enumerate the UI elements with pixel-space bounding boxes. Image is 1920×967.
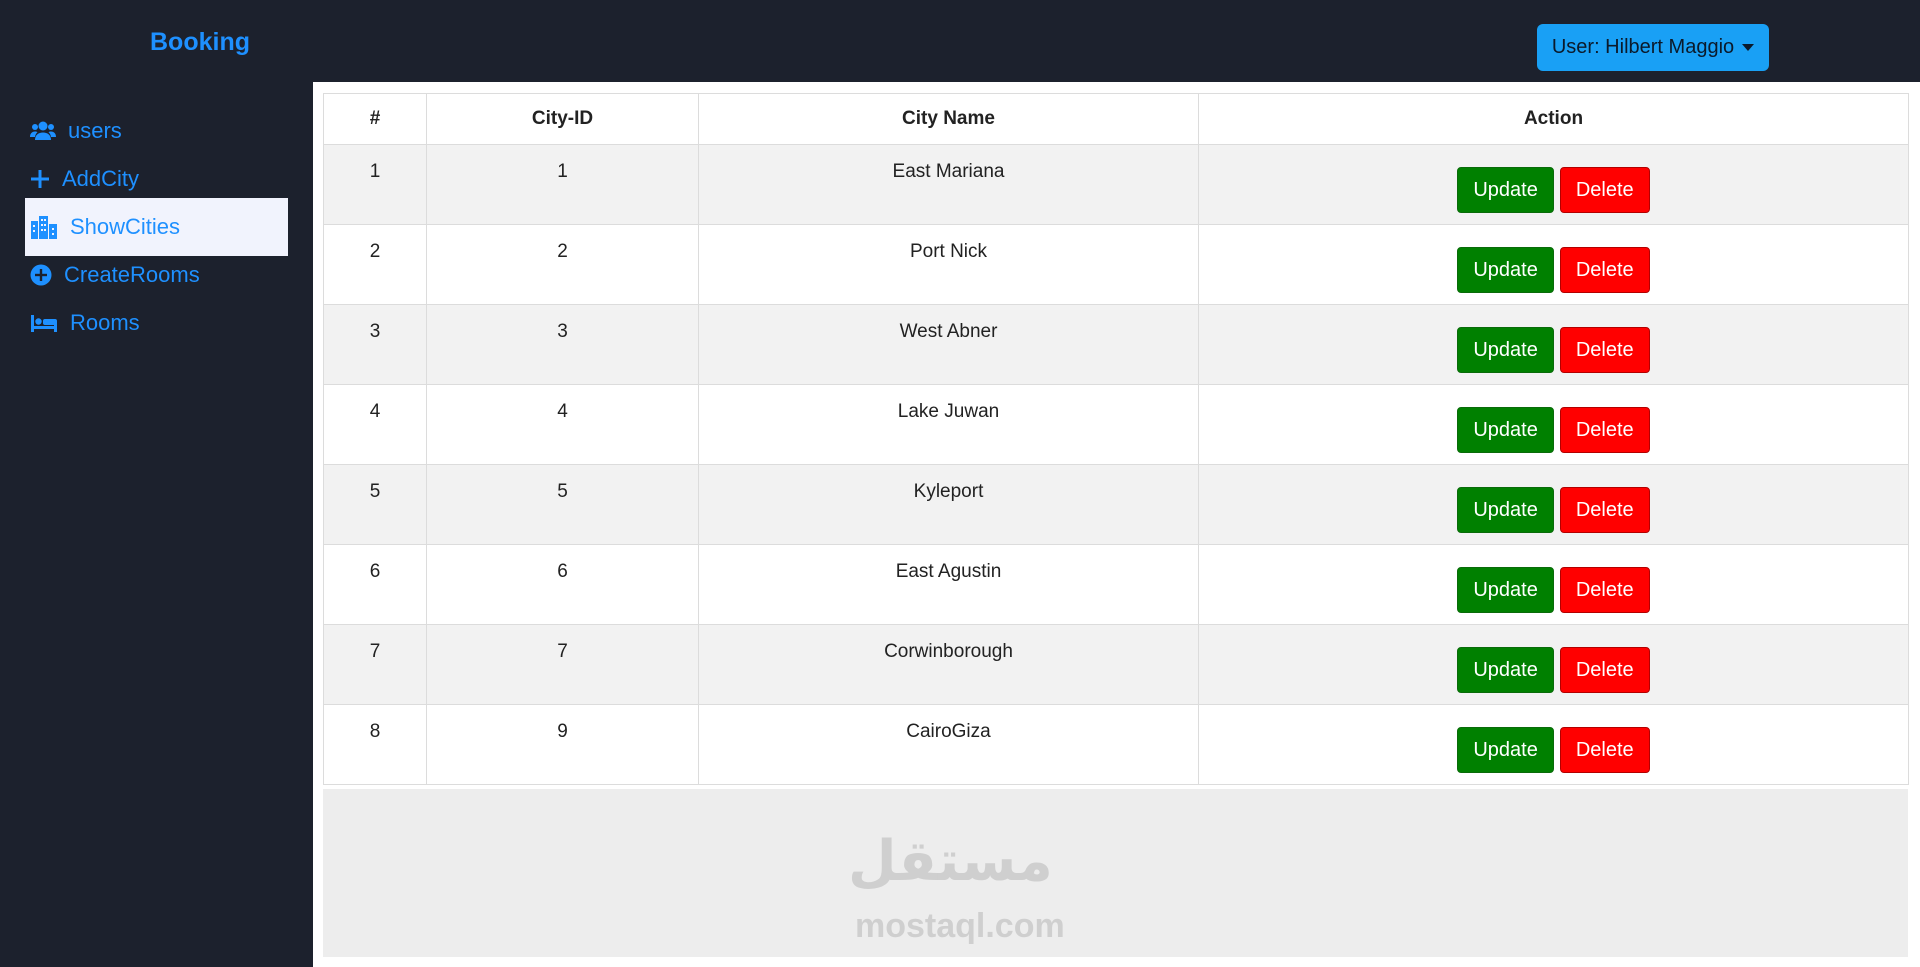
sidebar: users AddCity ShowCities CreateRooms Roo… [0,82,313,967]
column-header-index: # [323,93,427,145]
watermark-latin: mostaql.com [855,907,1065,945]
cell-city-id: 7 [426,624,699,705]
update-button[interactable]: Update [1457,567,1554,613]
table-row: 7 7 Corwinborough Update Delete [323,624,1909,705]
main-content: # City-ID City Name Action 1 1 East Mari… [313,82,1920,967]
cities-table: # City-ID City Name Action 1 1 East Mari… [323,93,1909,785]
delete-button[interactable]: Delete [1559,327,1650,373]
cell-index: 5 [323,464,427,545]
sidebar-item-label: CreateRooms [64,262,200,287]
column-header-action: Action [1198,93,1909,145]
update-button[interactable]: Update [1457,167,1554,213]
cell-action: Update Delete [1198,704,1909,785]
table-row: 5 5 Kyleport Update Delete [323,464,1909,545]
cell-city-id: 1 [426,144,699,225]
cell-action: Update Delete [1198,624,1909,705]
sidebar-item-label: users [68,118,122,143]
user-menu-button[interactable]: User: Hilbert Maggio [1537,24,1769,71]
empty-footer-area: مستقل mostaql.com [323,789,1908,957]
table-row: 8 9 CairoGiza Update Delete [323,704,1909,785]
cell-city-id: 9 [426,704,699,785]
delete-button[interactable]: Delete [1559,247,1650,293]
cell-city-name: CairoGiza [698,704,1199,785]
plus-icon [31,170,49,188]
sidebar-item-label: Rooms [70,310,140,335]
cell-city-name: East Agustin [698,544,1199,625]
table-row: 4 4 Lake Juwan Update Delete [323,384,1909,465]
sidebar-item-rooms[interactable]: Rooms [25,294,288,352]
delete-button[interactable]: Delete [1559,167,1650,213]
column-header-city-id: City-ID [426,93,699,145]
cities-table-container: # City-ID City Name Action 1 1 East Mari… [323,93,1909,785]
delete-button[interactable]: Delete [1559,567,1650,613]
plus-circle-icon [30,264,52,286]
update-button[interactable]: Update [1457,647,1554,693]
table-row: 1 1 East Mariana Update Delete [323,144,1909,225]
cell-city-name: West Abner [698,304,1199,385]
cell-city-name: Corwinborough [698,624,1199,705]
cell-city-name: Port Nick [698,224,1199,305]
cell-action: Update Delete [1198,224,1909,305]
cell-action: Update Delete [1198,384,1909,465]
table-row: 6 6 East Agustin Update Delete [323,544,1909,625]
delete-button[interactable]: Delete [1559,727,1650,773]
top-bar: Booking User: Hilbert Maggio [0,0,1920,82]
cell-index: 6 [323,544,427,625]
user-menu-label: User: Hilbert Maggio [1551,36,1735,58]
cell-index: 4 [323,384,427,465]
cell-action: Update Delete [1198,544,1909,625]
brand-title[interactable]: Booking [150,28,250,57]
cell-index: 1 [323,144,427,225]
cell-city-id: 6 [426,544,699,625]
cell-city-id: 5 [426,464,699,545]
users-icon [30,121,56,140]
cell-city-name: Lake Juwan [698,384,1199,465]
cell-city-name: East Mariana [698,144,1199,225]
table-row: 3 3 West Abner Update Delete [323,304,1909,385]
bed-icon [31,315,57,332]
delete-button[interactable]: Delete [1559,407,1650,453]
table-header-row: # City-ID City Name Action [323,93,1909,145]
cell-index: 3 [323,304,427,385]
city-icon [31,216,57,239]
delete-button[interactable]: Delete [1559,487,1650,533]
cell-action: Update Delete [1198,464,1909,545]
cell-index: 8 [323,704,427,785]
caret-down-icon [1742,44,1755,51]
sidebar-item-label: AddCity [62,166,140,191]
cell-action: Update Delete [1198,144,1909,225]
update-button[interactable]: Update [1457,247,1554,293]
cell-city-id: 3 [426,304,699,385]
update-button[interactable]: Update [1457,727,1554,773]
delete-button[interactable]: Delete [1559,647,1650,693]
table-row: 2 2 Port Nick Update Delete [323,224,1909,305]
cell-city-id: 2 [426,224,699,305]
cell-action: Update Delete [1198,304,1909,385]
sidebar-item-label: ShowCities [70,214,181,239]
cell-city-id: 4 [426,384,699,465]
watermark-arabic: مستقل [848,829,1053,894]
cell-index: 7 [323,624,427,705]
cell-city-name: Kyleport [698,464,1199,545]
update-button[interactable]: Update [1457,487,1554,533]
cell-index: 2 [323,224,427,305]
update-button[interactable]: Update [1457,327,1554,373]
update-button[interactable]: Update [1457,407,1554,453]
column-header-city-name: City Name [698,93,1199,145]
